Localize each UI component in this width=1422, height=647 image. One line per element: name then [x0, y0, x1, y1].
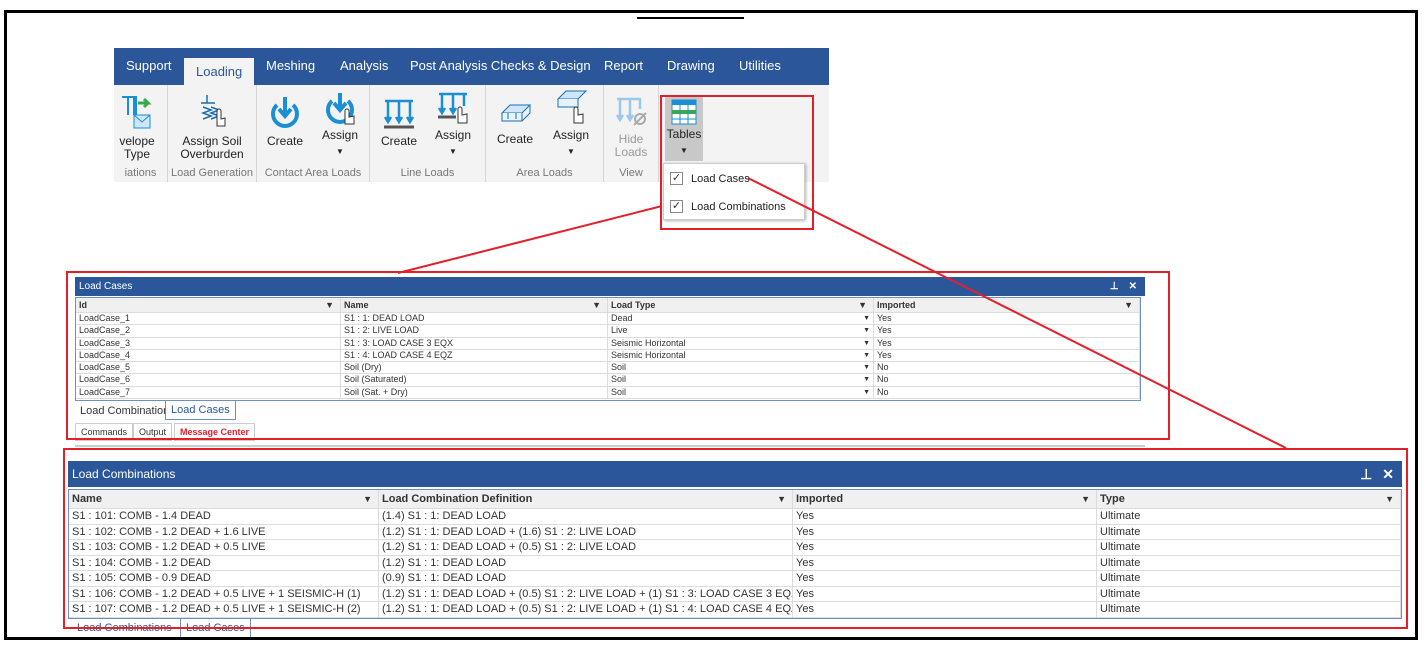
assign-area-load-icon [556, 90, 588, 124]
group-label: iations [124, 167, 157, 179]
soil-spring-icon [200, 95, 226, 127]
assign-soil-overburden-button[interactable]: Assign Soil Overburden [172, 93, 252, 161]
button-label: Type [123, 147, 150, 161]
tab-drawing[interactable]: Drawing [667, 58, 715, 73]
ribbon-tab-bar: Support Loading Meshing Analysis Post An… [114, 48, 829, 85]
group-label: Load Generation [171, 167, 253, 179]
image-frame-bottom [4, 637, 1418, 640]
envelope-icon [122, 96, 152, 129]
button-label: Create [380, 134, 418, 148]
button-label: Assign [321, 128, 359, 142]
envelope-type-button[interactable]: velope Type [112, 93, 162, 161]
button-label: Create [496, 132, 534, 146]
create-area-load-button[interactable]: Create [492, 99, 538, 146]
group-label: Area Loads [516, 167, 573, 179]
chevron-down-icon: ▼ [449, 147, 457, 156]
tab-post-analysis[interactable]: Post Analysis Checks & Design [410, 58, 591, 73]
assign-load-icon [326, 93, 355, 125]
highlight-box [660, 95, 814, 230]
tab-meshing[interactable]: Meshing [266, 58, 315, 73]
group-combinations: velope Type iations [114, 85, 168, 182]
button-label: Assign [434, 128, 472, 142]
group-load-generation: Assign Soil Overburden Load Generation [168, 85, 257, 182]
button-label: Assign Soil [182, 134, 242, 148]
create-contact-load-button[interactable]: Create [262, 95, 308, 148]
group-area-loads: Create Assign ▼ Area Loads [486, 85, 604, 182]
group-label: Contact Area Loads [264, 167, 362, 179]
hide-loads-icon [615, 97, 647, 126]
assign-line-load-button[interactable]: Assign ▼ [428, 91, 478, 158]
button-label: Assign [552, 128, 590, 142]
button-label: Hide [618, 132, 644, 146]
button-label: Create [266, 134, 304, 148]
group-view: Hide Loads View [604, 85, 659, 182]
group-contact-area-loads: Create Assign ▼ Contact Area Loads [257, 85, 370, 182]
button-label: velope [119, 134, 155, 148]
group-line-loads: Create Assign ▼ Line Loads [370, 85, 486, 182]
assign-line-load-icon [437, 92, 468, 124]
tab-utilities[interactable]: Utilities [739, 58, 781, 73]
area-load-icon [500, 104, 532, 122]
button-label: Overburden [180, 147, 244, 161]
group-label: View [619, 167, 643, 179]
chevron-down-icon: ▼ [567, 147, 575, 156]
button-label: Loads [614, 145, 648, 159]
tab-loading[interactable]: Loading [184, 58, 255, 85]
create-load-icon [271, 97, 299, 128]
tab-analysis[interactable]: Analysis [340, 58, 388, 73]
tab-report[interactable]: Report [604, 58, 643, 73]
assign-area-load-button[interactable]: Assign ▼ [546, 89, 596, 158]
line-load-icon [383, 99, 415, 129]
group-label: Line Loads [400, 167, 455, 179]
divider [637, 17, 744, 19]
highlight-box [66, 271, 1170, 440]
chevron-down-icon: ▼ [336, 147, 344, 156]
create-line-load-button[interactable]: Create [376, 97, 422, 148]
divider [75, 445, 1145, 447]
tab-support[interactable]: Support [126, 58, 172, 73]
assign-contact-load-button[interactable]: Assign ▼ [315, 91, 365, 158]
hide-loads-button[interactable]: Hide Loads [608, 95, 654, 159]
highlight-box [63, 448, 1408, 629]
